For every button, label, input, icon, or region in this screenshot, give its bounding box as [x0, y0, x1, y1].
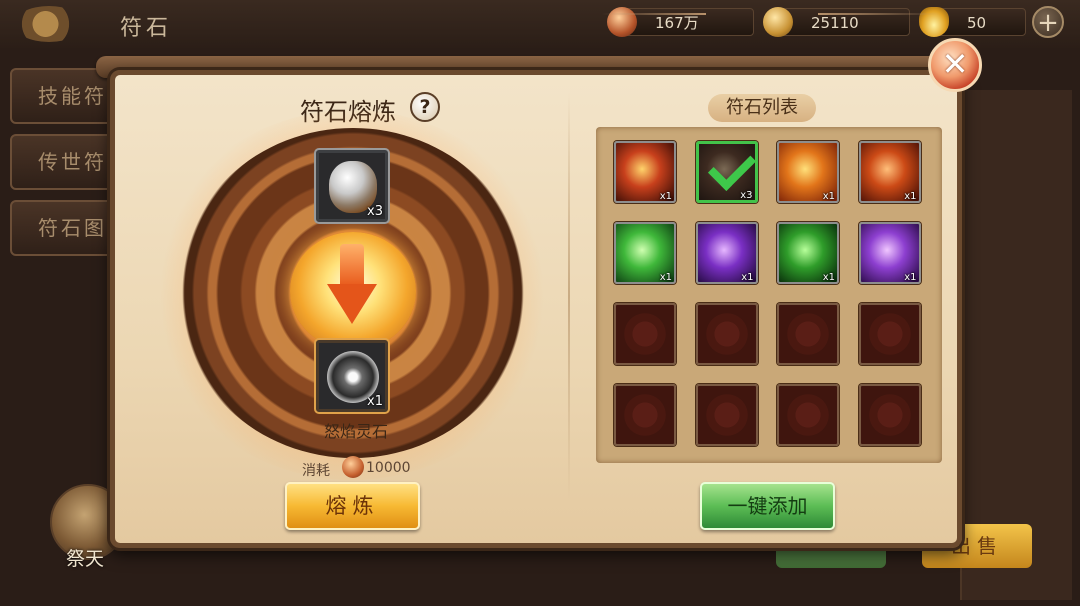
empty-slot-icon	[698, 305, 756, 363]
arrow-down-icon	[340, 244, 364, 286]
rune-slot[interactable]: x3	[695, 141, 758, 203]
rune-slot[interactable]: x1	[858, 141, 921, 203]
empty-rune-slot[interactable]	[777, 303, 839, 365]
copper-coin-icon	[342, 456, 364, 478]
empty-slot-icon	[861, 305, 919, 363]
gold-coin-icon	[763, 7, 793, 37]
empty-rune-slot[interactable]	[858, 384, 921, 446]
empty-slot-icon	[779, 305, 837, 363]
copper-coin-icon	[607, 7, 637, 37]
rune-count: x1	[741, 272, 754, 283]
empty-rune-slot[interactable]	[858, 303, 921, 365]
top-bar: 符石 167万 25110 50 +	[0, 0, 1080, 48]
empty-slot-icon	[616, 305, 674, 363]
recharge-plus-button[interactable]: +	[1032, 6, 1064, 38]
tab-rune-map[interactable]: 符石图	[10, 200, 120, 256]
input-count: x3	[367, 204, 383, 219]
rune-count: x1	[659, 191, 672, 202]
empty-rune-slot[interactable]	[777, 384, 839, 446]
rune-slot[interactable]: x1	[695, 222, 758, 284]
rune-slot[interactable]: x1	[777, 222, 839, 284]
help-icon[interactable]: ?	[410, 92, 440, 122]
empty-slot-icon	[698, 386, 756, 444]
empty-rune-slot[interactable]	[695, 303, 758, 365]
tab-heirloom-rune[interactable]: 传世符	[10, 134, 120, 190]
close-button[interactable]: ✕	[928, 38, 982, 92]
rune-slot[interactable]: x1	[777, 141, 839, 203]
title-ornament-right	[818, 13, 940, 15]
ingot-amount: 50	[967, 14, 987, 32]
title-ornament-left	[602, 13, 706, 15]
rune-list-title: 符石列表	[708, 94, 816, 122]
page-title: 符石	[120, 16, 173, 41]
empty-slot-icon	[616, 386, 674, 444]
rune-count: x3	[740, 190, 753, 201]
arrow-down-head	[327, 284, 377, 324]
altar-label: 祭天	[66, 548, 105, 570]
rune-count: x1	[904, 191, 917, 202]
add-all-button[interactable]: 一键添加	[700, 482, 835, 530]
empty-slot-icon	[861, 386, 919, 444]
rune-count: x1	[904, 272, 917, 283]
output-item-name: 怒焰灵石	[323, 422, 388, 441]
cost-label: 消耗	[302, 463, 330, 479]
dialog-divider	[568, 92, 570, 502]
cost-value: 10000	[366, 460, 411, 476]
input-rune-slot[interactable]: x3	[316, 150, 388, 222]
empty-rune-slot[interactable]	[695, 384, 758, 446]
output-count: x1	[367, 394, 383, 409]
back-swirl-icon[interactable]	[14, 6, 84, 42]
smelt-button[interactable]: 熔炼	[285, 482, 420, 530]
rune-slot[interactable]: x1	[614, 141, 676, 203]
empty-rune-slot[interactable]	[614, 303, 676, 365]
ingot-currency: 50	[919, 7, 1026, 37]
rune-slot[interactable]: x1	[858, 222, 921, 284]
gold-ingot-icon	[919, 7, 949, 37]
output-rune-slot[interactable]: x1	[316, 340, 388, 412]
empty-slot-icon	[779, 386, 837, 444]
rune-count: x1	[659, 272, 672, 283]
rune-count: x1	[822, 191, 835, 202]
rune-count: x1	[822, 272, 835, 283]
empty-rune-slot[interactable]	[614, 384, 676, 446]
rune-slot[interactable]: x1	[614, 222, 676, 284]
